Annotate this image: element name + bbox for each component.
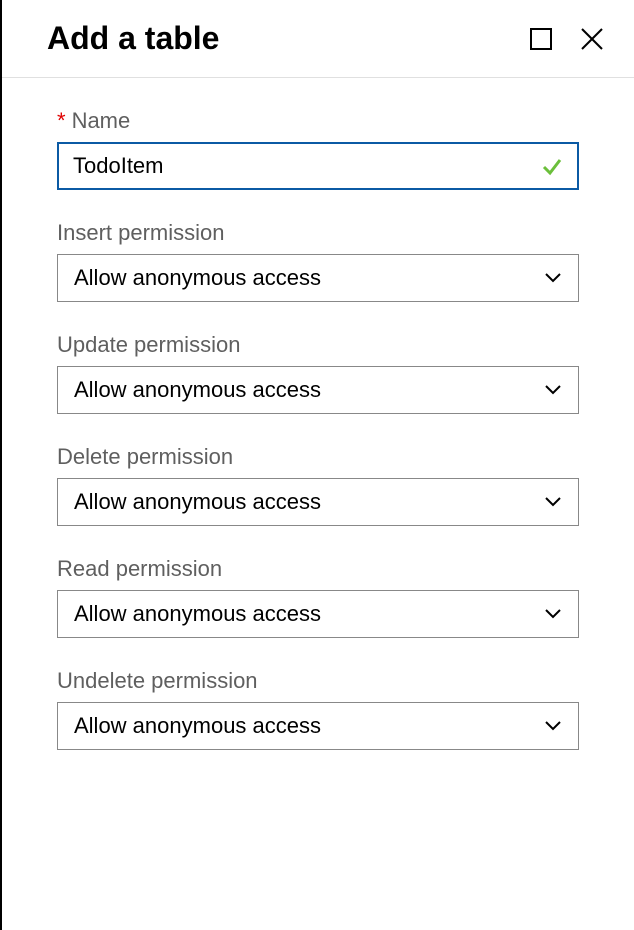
maximize-button[interactable] bbox=[530, 28, 552, 50]
update-permission-select[interactable]: Allow anonymous access bbox=[57, 366, 579, 414]
dialog-title: Add a table bbox=[47, 20, 219, 57]
chevron-down-icon bbox=[544, 384, 562, 396]
name-label: *Name bbox=[57, 108, 579, 134]
delete-permission-value: Allow anonymous access bbox=[74, 489, 321, 515]
delete-permission-group: Delete permission Allow anonymous access bbox=[57, 444, 579, 526]
read-permission-value: Allow anonymous access bbox=[74, 601, 321, 627]
delete-permission-select[interactable]: Allow anonymous access bbox=[57, 478, 579, 526]
name-label-text: Name bbox=[72, 108, 131, 133]
undelete-permission-group: Undelete permission Allow anonymous acce… bbox=[57, 668, 579, 750]
update-permission-label: Update permission bbox=[57, 332, 579, 358]
chevron-down-icon bbox=[544, 272, 562, 284]
dialog-header: Add a table bbox=[2, 0, 634, 78]
name-input[interactable] bbox=[59, 144, 541, 188]
read-permission-group: Read permission Allow anonymous access bbox=[57, 556, 579, 638]
update-permission-group: Update permission Allow anonymous access bbox=[57, 332, 579, 414]
insert-permission-value: Allow anonymous access bbox=[74, 265, 321, 291]
read-permission-select[interactable]: Allow anonymous access bbox=[57, 590, 579, 638]
maximize-icon bbox=[530, 28, 552, 50]
name-field-group: *Name bbox=[57, 108, 579, 190]
delete-permission-label: Delete permission bbox=[57, 444, 579, 470]
chevron-down-icon bbox=[544, 496, 562, 508]
header-controls bbox=[530, 27, 604, 51]
validation-check-icon bbox=[541, 155, 563, 177]
close-button[interactable] bbox=[580, 27, 604, 51]
insert-permission-group: Insert permission Allow anonymous access bbox=[57, 220, 579, 302]
read-permission-label: Read permission bbox=[57, 556, 579, 582]
undelete-permission-value: Allow anonymous access bbox=[74, 713, 321, 739]
undelete-permission-label: Undelete permission bbox=[57, 668, 579, 694]
update-permission-value: Allow anonymous access bbox=[74, 377, 321, 403]
chevron-down-icon bbox=[544, 720, 562, 732]
required-asterisk: * bbox=[57, 108, 66, 133]
insert-permission-label: Insert permission bbox=[57, 220, 579, 246]
name-input-wrapper bbox=[57, 142, 579, 190]
insert-permission-select[interactable]: Allow anonymous access bbox=[57, 254, 579, 302]
chevron-down-icon bbox=[544, 608, 562, 620]
dialog-content: *Name Insert permission Allow anonymous … bbox=[2, 78, 634, 810]
undelete-permission-select[interactable]: Allow anonymous access bbox=[57, 702, 579, 750]
close-icon bbox=[580, 27, 604, 51]
